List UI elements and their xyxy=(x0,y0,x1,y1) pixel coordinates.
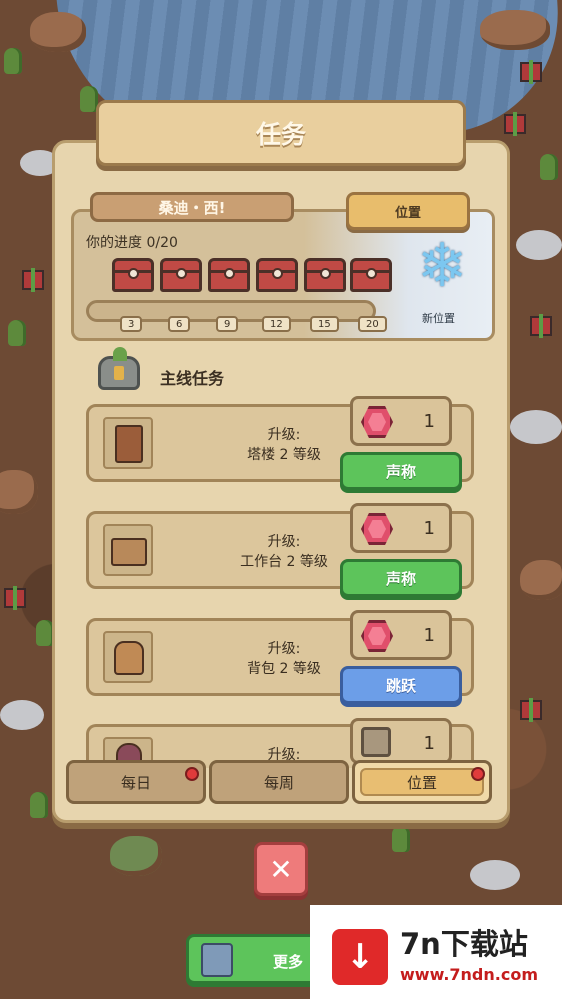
reward-box: 1 xyxy=(350,610,452,660)
gift-decoration xyxy=(520,698,542,722)
backpack-icon xyxy=(103,631,153,683)
rock-decoration xyxy=(0,470,38,514)
tab-location[interactable]: 位置 xyxy=(352,760,492,804)
panel-title: 任务 xyxy=(96,100,466,166)
snowflake-icon: ❄ xyxy=(416,231,468,301)
milestone-label: 20 xyxy=(358,316,387,332)
rock-decoration xyxy=(30,12,86,52)
gift-decoration xyxy=(22,268,44,292)
snow-patch xyxy=(470,860,520,890)
snow-patch xyxy=(0,700,44,730)
milestone-label: 12 xyxy=(262,316,291,332)
progress-label: 你的进度 0/20 xyxy=(86,235,178,251)
cactus-decoration xyxy=(540,154,558,180)
gift-decoration xyxy=(530,314,552,338)
watermark-banner: ↓ 7n下载站 www.7ndn.com xyxy=(310,905,562,999)
more-button-label: 更多 xyxy=(273,953,304,971)
quest-line1: 升级: xyxy=(267,427,301,443)
section-title: 主线任务 xyxy=(160,369,225,388)
rock-decoration xyxy=(520,560,562,600)
snow-patch xyxy=(516,230,562,260)
bush-decoration xyxy=(110,836,162,876)
tab-label: 位置 xyxy=(406,773,437,792)
cactus-decoration xyxy=(8,320,26,346)
download-logo-icon: ↓ xyxy=(332,929,388,985)
chest-icon xyxy=(208,258,250,292)
gift-decoration xyxy=(520,60,542,84)
close-icon: ✕ xyxy=(269,852,293,886)
workbench-icon xyxy=(103,524,153,576)
tower-icon xyxy=(103,417,153,469)
chest-icon xyxy=(350,258,392,292)
cactus-decoration xyxy=(4,48,22,74)
jump-button[interactable]: 跳跃 xyxy=(340,666,462,704)
reward-count: 1 xyxy=(423,518,435,539)
chest-icon xyxy=(256,258,298,292)
milestone-label: 3 xyxy=(120,316,143,332)
cactus-decoration xyxy=(392,826,410,852)
quest-section-icon xyxy=(98,347,140,390)
location-button[interactable]: 位置 xyxy=(346,192,470,230)
claim-button[interactable]: 声称 xyxy=(340,559,462,597)
reward-count: 1 xyxy=(423,733,435,754)
chest-icon xyxy=(304,258,346,292)
claim-button[interactable]: 声称 xyxy=(340,452,462,490)
quest-line1: 升级: xyxy=(267,534,301,550)
close-button[interactable]: ✕ xyxy=(254,842,308,896)
reward-box: 1 xyxy=(350,718,452,764)
quest-line1: 升级: xyxy=(267,641,301,657)
reward-count: 1 xyxy=(423,411,435,432)
crate-icon xyxy=(361,727,391,757)
tab-daily[interactable]: 每日 xyxy=(66,760,206,804)
new-location-label: 新位置 xyxy=(422,312,455,325)
milestone-label: 15 xyxy=(310,316,339,332)
milestone-label: 9 xyxy=(216,316,239,332)
tab-label: 每周 xyxy=(263,773,294,792)
reward-box: 1 xyxy=(350,503,452,553)
chest-icon xyxy=(160,258,202,292)
tab-bar: 每日 每周 位置 xyxy=(66,760,496,806)
reward-box: 1 xyxy=(350,396,452,446)
cactus-decoration xyxy=(30,792,48,818)
milestone-label: 6 xyxy=(168,316,191,332)
avatar-icon xyxy=(201,943,233,977)
reward-count: 1 xyxy=(423,625,435,646)
event-name: 桑迪・西! xyxy=(90,192,294,222)
tab-weekly[interactable]: 每周 xyxy=(209,760,349,804)
tab-label: 每日 xyxy=(120,773,151,792)
snow-patch xyxy=(510,410,562,444)
notification-badge xyxy=(185,767,199,781)
watermark-title: 7n下载站 xyxy=(400,927,528,961)
chest-icon xyxy=(112,258,154,292)
watermark-url: www.7ndn.com xyxy=(400,965,538,984)
gift-decoration xyxy=(4,586,26,610)
rock-decoration xyxy=(480,10,550,50)
gift-decoration xyxy=(504,112,526,136)
notification-badge xyxy=(471,767,485,781)
